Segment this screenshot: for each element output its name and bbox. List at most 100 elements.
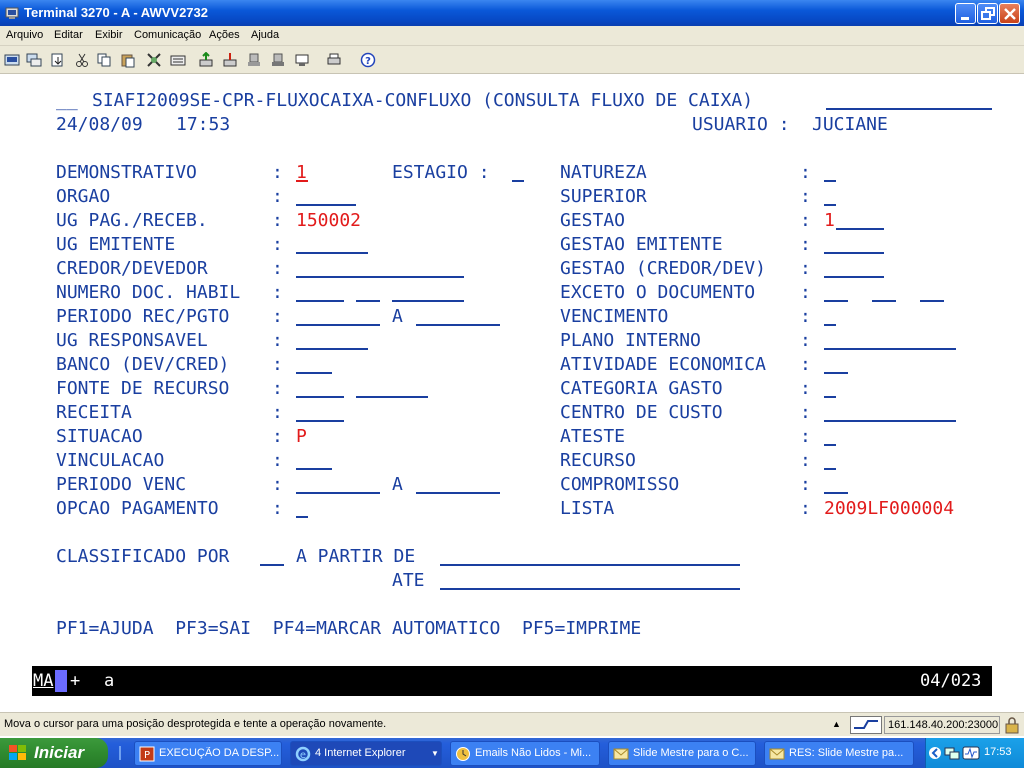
natureza-field[interactable] [824,180,836,182]
lista-field[interactable]: 2009LF000004 [824,498,954,520]
header-prefix[interactable]: __ [56,90,78,112]
printer-icon[interactable] [326,52,342,68]
gestao-credor-dev-field[interactable] [824,276,884,278]
system-tray: 17:53 [925,738,1024,768]
colon: : [800,210,811,231]
connect-icon[interactable] [246,52,262,68]
gestao-field-underline[interactable] [836,228,884,230]
task-slide-mestre[interactable]: Slide Mestre para o C... [608,741,756,766]
atividade-economica-field[interactable] [824,372,848,374]
numero-doc-numero-field[interactable] [392,300,464,302]
receive-file-icon[interactable] [50,52,66,68]
ug-emitente-field[interactable] [296,252,368,254]
ateste-field[interactable] [824,444,836,446]
opcao-pagamento-field[interactable] [296,516,308,518]
print-screen-icon[interactable] [4,52,20,68]
clock[interactable]: 17:53 [984,746,1012,758]
estagio-label: ESTAGIO : [392,162,490,183]
menu-arquivo[interactable]: Arquivo [6,29,43,41]
gestao-emitente-field[interactable] [824,252,884,254]
colon: : [272,306,283,327]
classificado-por-field[interactable] [260,564,284,566]
label-exceto-o-documento: EXCETO O DOCUMENTO [560,282,756,303]
receita-field[interactable] [296,420,344,422]
centro-de-custo-field[interactable] [824,420,956,422]
ate-field[interactable] [440,588,740,590]
menu-editar[interactable]: Editar [54,29,83,41]
credor-devedor-field[interactable] [296,276,464,278]
superior-field[interactable] [824,204,836,206]
print-setup-icon[interactable] [26,52,42,68]
scroll-up-arrow-icon[interactable]: ▲ [832,719,841,729]
banco-field[interactable] [296,372,332,374]
periodo-venc-inicio-field[interactable] [296,492,380,494]
svg-text:?: ? [365,56,371,67]
start-button[interactable]: Iniciar [0,738,108,768]
paste-icon[interactable] [120,52,136,68]
copy-icon[interactable] [96,52,112,68]
categoria-gasto-field[interactable] [824,396,836,398]
terminal-screen[interactable]: __ SIAFI2009SE-CPR-FLUXOCAIXA-CONFLUXO (… [0,75,1024,663]
monitor-tray-icon[interactable] [962,745,980,761]
estagio-field[interactable] [512,180,524,182]
tray-expand-icon[interactable] [928,745,942,761]
ug-responsavel-field[interactable] [296,348,368,350]
vencimento-field[interactable] [824,324,836,326]
colon: : [272,498,283,519]
colon: : [800,354,811,375]
menu-ajuda[interactable]: Ajuda [251,29,279,41]
task-internet-explorer[interactable]: e 4 Internet Explorer ▼ [290,741,442,766]
task-emails-nao-lidos[interactable]: Emails Não Lidos - Mi... [450,741,600,766]
menu-exibir[interactable]: Exibir [95,29,123,41]
a-partir-de-field[interactable] [440,564,740,566]
menu-comunicacao[interactable]: Comunicação [134,29,201,41]
periodo-venc-fim-field[interactable] [416,492,500,494]
host-address: 161.148.40.200:23000 [884,716,1000,734]
keyboard-icon[interactable] [170,52,186,68]
demonstrativo-field-underline[interactable] [296,180,308,182]
orgao-field[interactable] [296,204,356,206]
network-tray-icon[interactable] [944,745,960,761]
fonte-recurso-detalhe-field[interactable] [356,396,428,398]
session-icon[interactable] [294,52,310,68]
colon: : [272,210,283,231]
task-execucao-da-despesa[interactable]: P EXECUÇÃO DA DESP... [134,741,282,766]
gestao-field[interactable]: 1 [824,210,835,232]
help-icon[interactable]: ? [360,52,376,68]
window-title: Terminal 3270 - A - AWVV2732 [24,5,208,20]
cut-icon[interactable] [74,52,90,68]
macro-icon[interactable] [146,52,162,68]
periodo-rec-fim-field[interactable] [416,324,500,326]
close-icon [1004,8,1016,20]
exceto-documento-field-3[interactable] [920,300,944,302]
receive-icon[interactable] [222,52,238,68]
restore-button[interactable] [977,3,998,24]
fonte-recurso-field[interactable] [296,396,344,398]
exceto-documento-field-2[interactable] [872,300,896,302]
ug-pag-receb-field[interactable]: 150002 [296,210,361,232]
colon: : [800,474,811,495]
close-button[interactable] [999,3,1020,24]
numero-doc-tipo-field[interactable] [356,300,380,302]
compromisso-field[interactable] [824,492,848,494]
minimize-button[interactable] [955,3,976,24]
disconnect-icon[interactable] [270,52,286,68]
label-natureza: NATUREZA [560,162,647,183]
title-bar[interactable]: Terminal 3270 - A - AWVV2732 [0,0,1024,26]
task-res-slide-mestre[interactable]: RES: Slide Mestre pa... [764,741,914,766]
vinculacao-field[interactable] [296,468,332,470]
send-icon[interactable] [198,52,214,68]
recurso-field[interactable] [824,468,836,470]
colon: : [272,162,283,183]
oia-cursor-block [55,670,67,692]
colon: : [800,378,811,399]
numero-doc-ano-field[interactable] [296,300,344,302]
user-value: JUCIANE [812,114,888,135]
situacao-field[interactable]: P [296,426,307,448]
menu-acoes[interactable]: Ações [209,29,240,41]
exceto-documento-field-1[interactable] [824,300,848,302]
task-group-arrow-icon: ▼ [431,749,439,758]
taskbar: Iniciar P EXECUÇÃO DA DESP... e 4 Intern… [0,738,1024,768]
plano-interno-field[interactable] [824,348,956,350]
periodo-rec-inicio-field[interactable] [296,324,380,326]
